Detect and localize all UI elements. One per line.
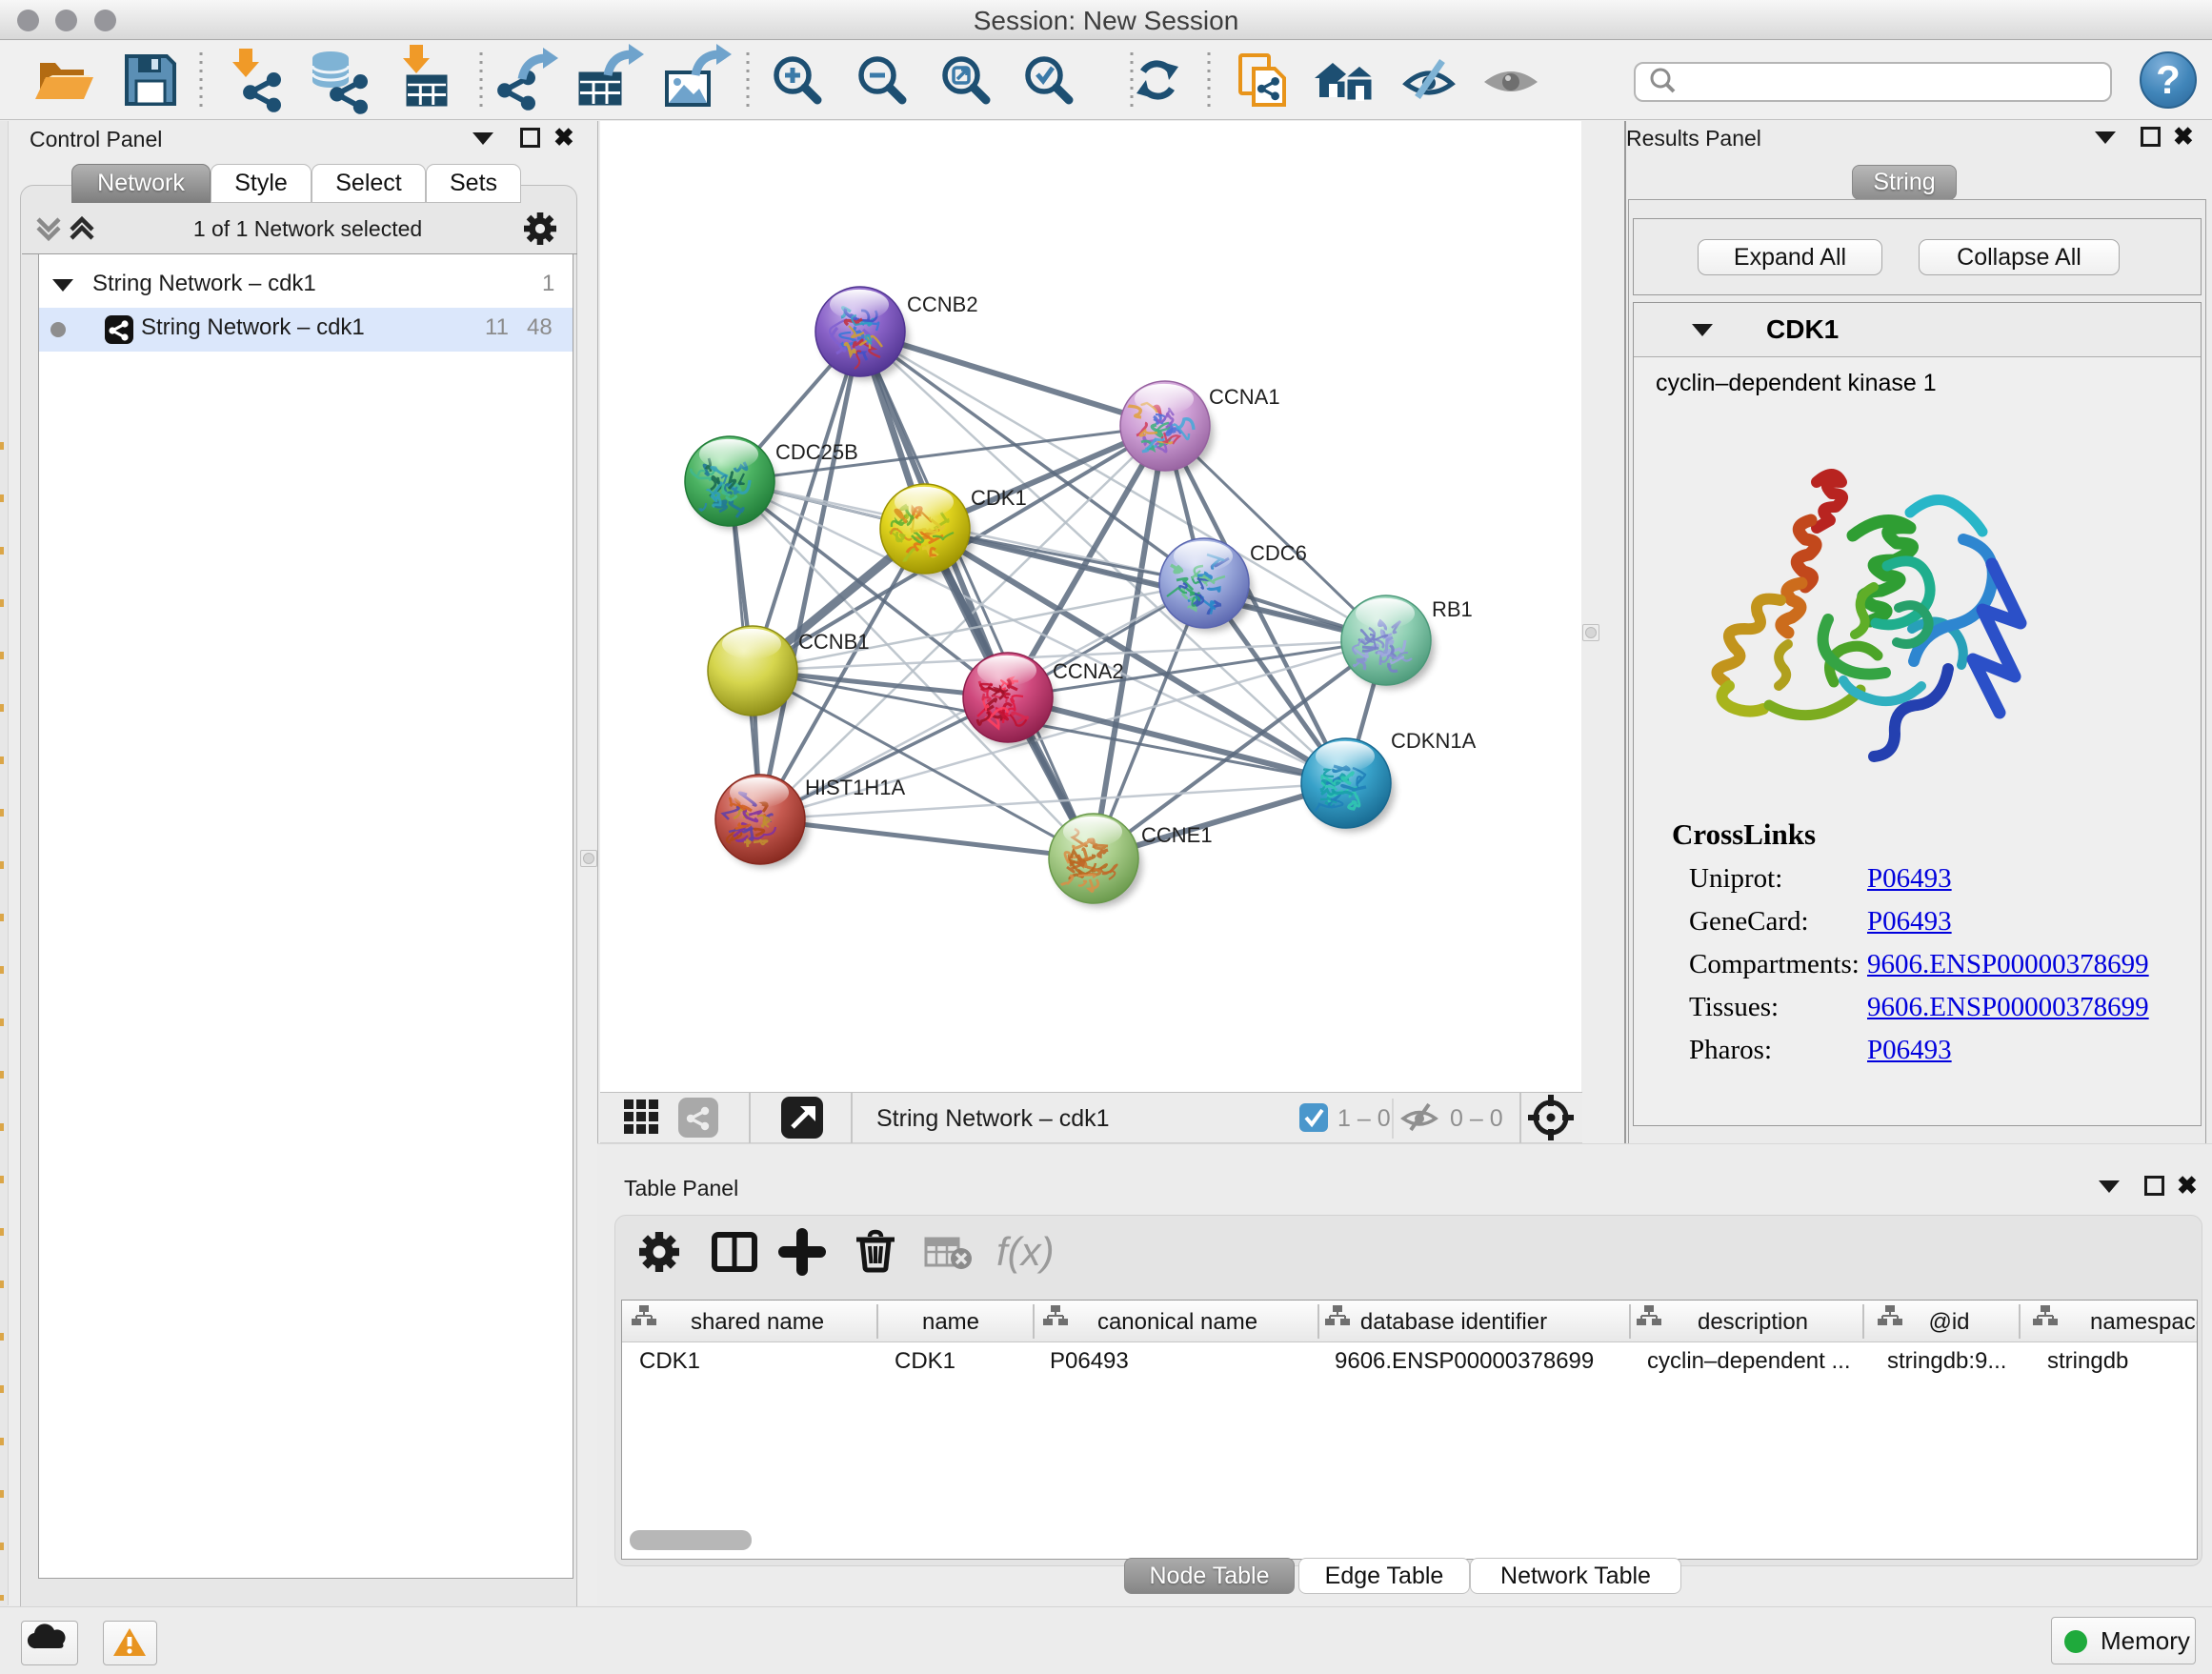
- svg-text:CDKN1A: CDKN1A: [1391, 729, 1477, 753]
- svg-text:database identifier: database identifier: [1360, 1309, 1547, 1335]
- svg-text:0 – 0: 0 – 0: [1450, 1105, 1503, 1132]
- svg-text:1 – 0: 1 – 0: [1337, 1105, 1391, 1132]
- svg-text:HIST1H1A: HIST1H1A: [805, 776, 905, 799]
- svg-text:f(x): f(x): [996, 1229, 1055, 1274]
- svg-text:name: name: [922, 1309, 979, 1335]
- svg-text:CCNA2: CCNA2: [1053, 659, 1124, 683]
- svg-text:?: ?: [2156, 57, 2181, 102]
- svg-text:CCNE1: CCNE1: [1141, 823, 1213, 847]
- svg-text:shared name: shared name: [691, 1309, 824, 1335]
- svg-text:description: description: [1698, 1309, 1808, 1335]
- svg-text:CDC25B: CDC25B: [775, 440, 858, 464]
- svg-text:namespace: namespace: [2090, 1309, 2197, 1335]
- svg-text:CDC6: CDC6: [1250, 541, 1307, 565]
- svg-text:CCNA1: CCNA1: [1209, 385, 1280, 409]
- svg-text:canonical name: canonical name: [1097, 1309, 1257, 1335]
- svg-text:@id: @id: [1928, 1309, 1969, 1335]
- svg-text:CCNB2: CCNB2: [907, 292, 978, 316]
- svg-text:1 of 1 Network selected: 1 of 1 Network selected: [193, 216, 422, 241]
- svg-text:RB1: RB1: [1432, 597, 1473, 621]
- svg-text:String Network – cdk1: String Network – cdk1: [876, 1105, 1110, 1132]
- svg-text:CDK1: CDK1: [971, 486, 1027, 510]
- svg-text:CCNB1: CCNB1: [798, 630, 870, 654]
